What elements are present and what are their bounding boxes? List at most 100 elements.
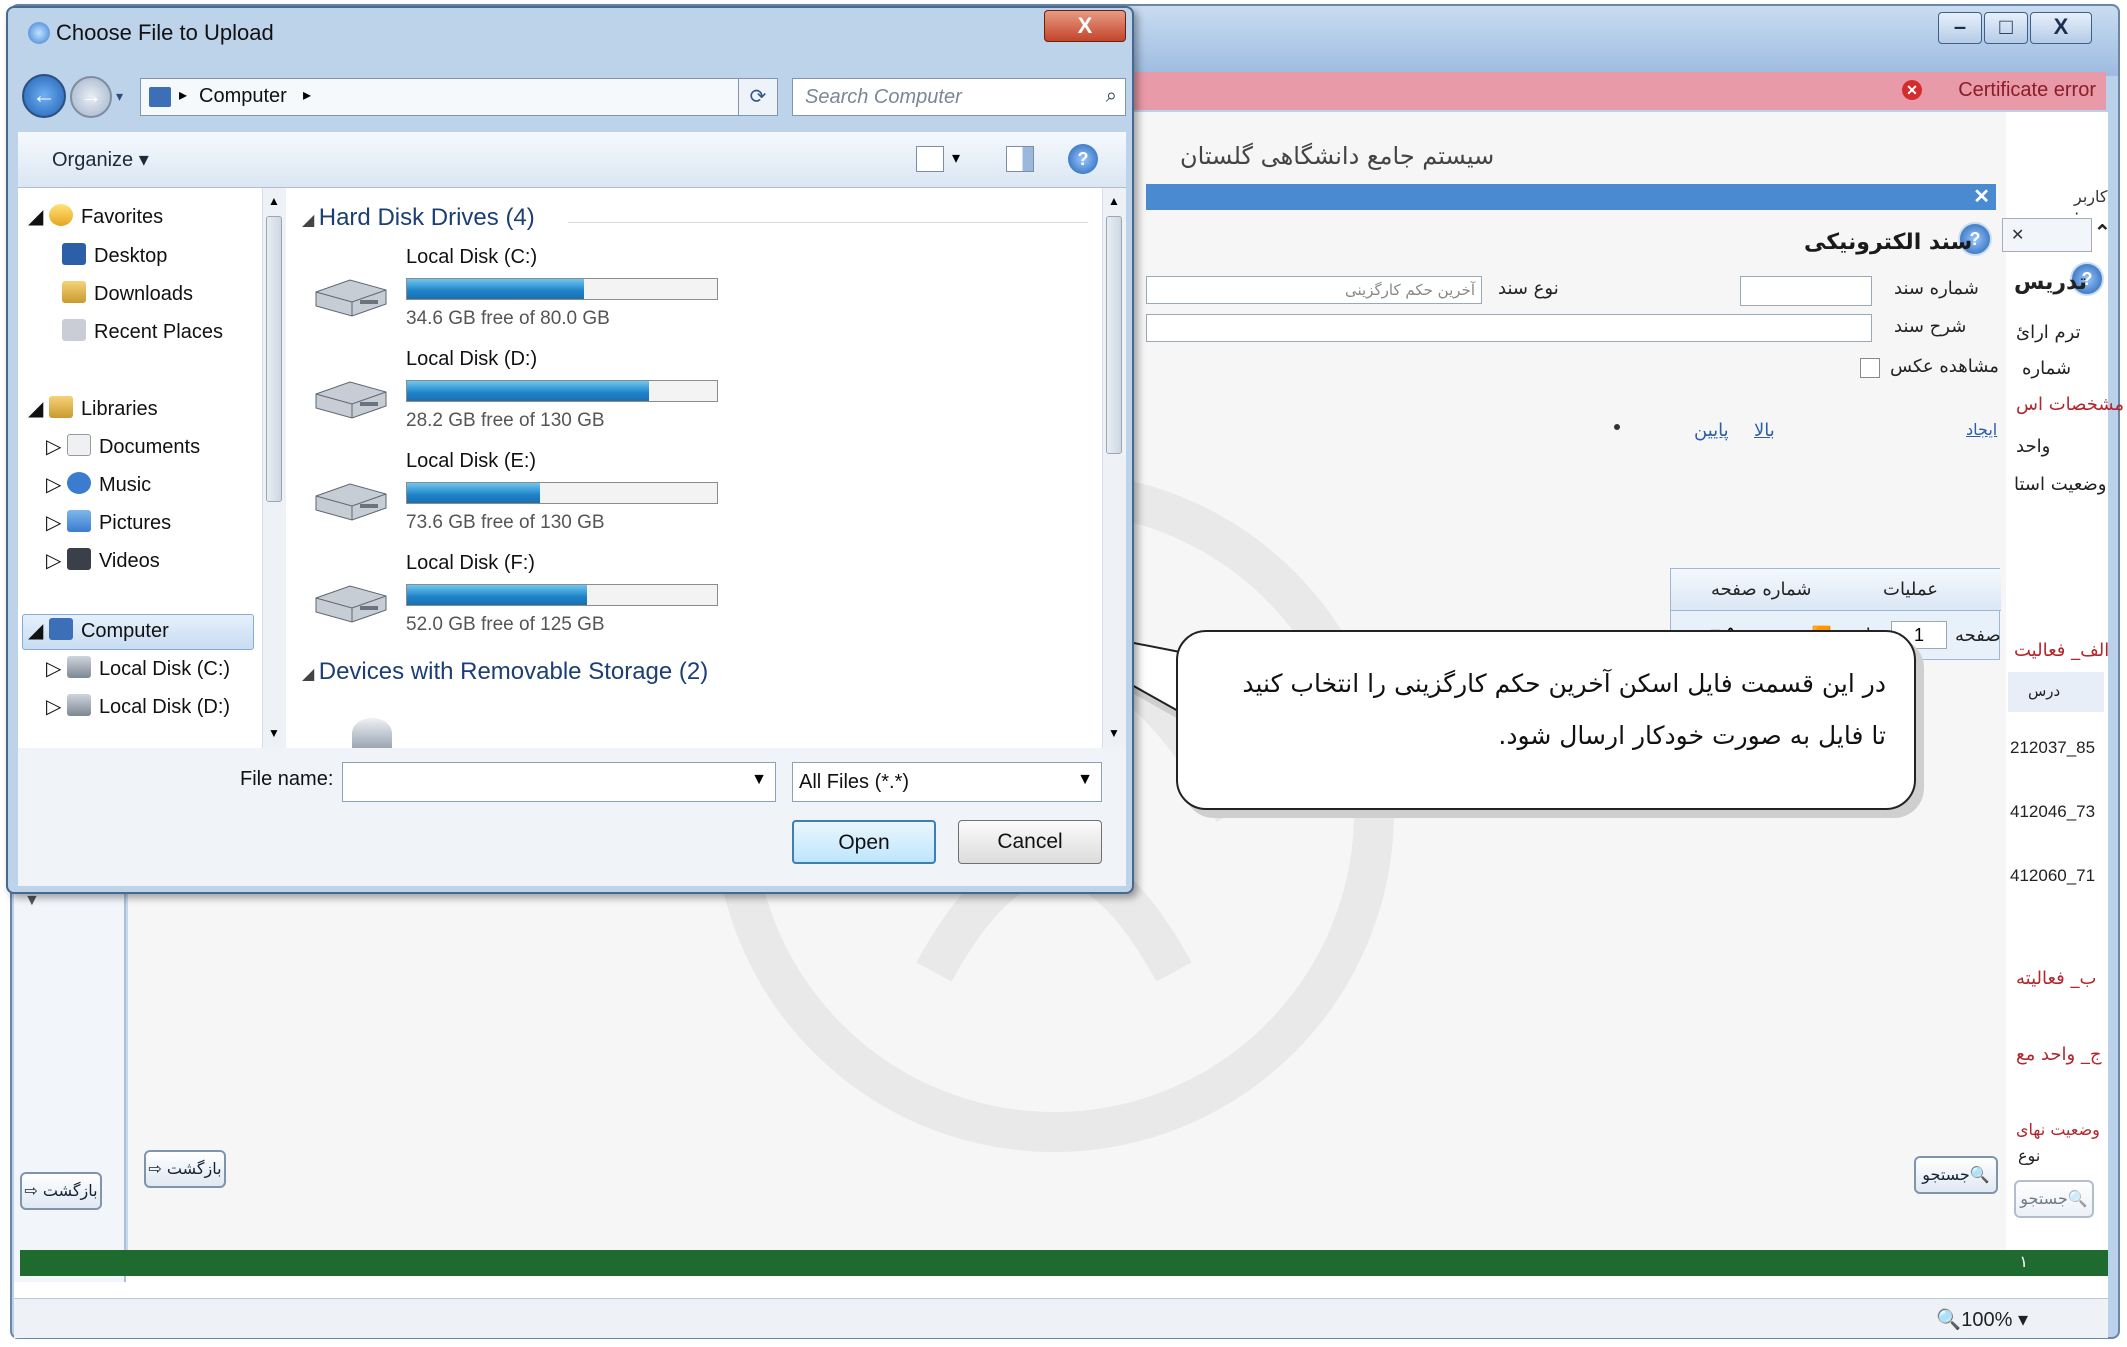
collapse-up-icon[interactable]: ⌃ (2094, 220, 2111, 245)
back-button[interactable]: بازگشت ⇨ (144, 1150, 226, 1188)
search-button-right[interactable]: 🔍جستجو (2014, 1180, 2094, 1218)
specs-label[interactable]: مشخصات اس (2016, 394, 2124, 415)
cancel-button[interactable]: Cancel (958, 820, 1102, 864)
scroll-up-icon[interactable]: ▲ (1108, 194, 1120, 208)
close-icon[interactable]: ✕ (1973, 186, 1990, 208)
file-name-input[interactable]: ▼ (342, 762, 776, 802)
certificate-error-bar[interactable]: ✕ Certificate error (1128, 72, 2106, 110)
dvd-drive-icon[interactable] (352, 718, 392, 748)
disk-item[interactable]: Local Disk (C:) 34.6 GB free of 80.0 GB (310, 246, 770, 342)
search-input[interactable]: Search Computer ⌕ (792, 78, 1126, 116)
nav-pictures[interactable]: ▷ Pictures (46, 510, 171, 544)
open-button[interactable]: Open (792, 820, 936, 864)
nav-videos[interactable]: ▷ Videos (46, 548, 160, 582)
zoom-icon: 🔍 (1936, 1309, 1962, 1331)
scroll-up-icon[interactable]: ▲ (268, 194, 280, 208)
search-button[interactable]: 🔍جستجو (1914, 1156, 1998, 1194)
create-link[interactable]: ایجاد (1966, 420, 1997, 439)
type-short-label: نوع (2018, 1146, 2041, 1165)
view-dropdown-icon[interactable]: ▾ (952, 148, 960, 168)
help-icon[interactable]: ? (1068, 144, 1098, 174)
nav-local-c[interactable]: ▷ Local Disk (C:) (46, 656, 230, 690)
organize-menu[interactable]: Organize ▾ (52, 147, 149, 172)
certificate-error-text[interactable]: Certificate error (1958, 79, 2096, 102)
chevron-right-icon[interactable]: ▸ (303, 85, 311, 105)
file-type-filter[interactable]: All Files (*.*) ▼ (792, 762, 1102, 802)
nav-libraries[interactable]: ◢ Libraries (28, 396, 158, 430)
group-removable-storage[interactable]: ◢ Devices with Removable Storage (2) (302, 658, 708, 686)
dialog-title: Choose File to Upload (56, 20, 274, 45)
tab-label[interactable]: تدریس (2014, 270, 2087, 295)
disk-item[interactable]: Local Disk (D:) 28.2 GB free of 130 GB (310, 348, 770, 444)
dialog-close-button[interactable]: X (1044, 10, 1126, 42)
nav-music-label: Music (98, 474, 152, 496)
back-button-left[interactable]: بازگشت ⇨ (20, 1172, 102, 1210)
page-label: صفحه (1955, 625, 2001, 646)
file-name-dropdown-icon[interactable]: ▼ (751, 771, 767, 789)
nav-music[interactable]: ▷ Music (46, 472, 151, 506)
zoom-level[interactable]: 🔍100% ▾ (1936, 1307, 2028, 1332)
dialog-title-bar[interactable]: Choose File to Upload (20, 12, 1020, 52)
course-row-2[interactable]: 412046_73 (2010, 802, 2095, 822)
scroll-down-arrow-icon[interactable]: ▼ (24, 892, 44, 912)
scroll-down-icon[interactable]: ▼ (268, 726, 280, 740)
section-alef[interactable]: الف_ فعالیت (2014, 640, 2109, 661)
minimize-button[interactable]: – (1938, 12, 1982, 44)
ie-icon (28, 22, 50, 44)
search-placeholder: Search Computer (805, 86, 962, 108)
nav-favorites[interactable]: ◢ Favorites (28, 204, 163, 238)
maximize-button[interactable]: □ (1984, 12, 2028, 44)
disk-item[interactable]: Local Disk (E:) 73.6 GB free of 130 GB (310, 450, 770, 546)
up-link[interactable]: بالا (1754, 420, 1775, 441)
course-header: درس (2008, 672, 2104, 712)
disk-item[interactable]: Local Disk (F:) 52.0 GB free of 125 GB (310, 552, 770, 648)
collapse-icon[interactable]: ◢ (302, 666, 319, 683)
group-hard-disk-drives[interactable]: ◢ Hard Disk Drives (4) (302, 204, 535, 232)
nav-computer[interactable]: ◢ Computer (28, 618, 169, 652)
nav-scrollbar[interactable]: ▲ ▼ (262, 188, 286, 748)
disk-name: Local Disk (E:) (406, 450, 537, 472)
main-scrollbar[interactable]: ▲ ▼ (1102, 188, 1126, 748)
back-arrow-icon[interactable]: ← (22, 74, 66, 118)
col-ops[interactable]: عملیات (1883, 579, 1938, 600)
tab-close[interactable]: ✕ (2002, 218, 2092, 252)
show-image-checkbox[interactable] (1860, 358, 1880, 378)
view-options-icon[interactable] (916, 146, 944, 172)
doc-type-field[interactable]: آخرین حکم کارگزینی (1146, 276, 1482, 304)
filter-dropdown-icon[interactable]: ▼ (1077, 771, 1093, 789)
collapse-icon[interactable]: ◢ (302, 212, 319, 229)
forward-arrow-icon[interactable]: → (70, 76, 112, 118)
refresh-icon[interactable]: ⟳ (738, 78, 778, 116)
doc-number-field[interactable] (1740, 276, 1872, 306)
scroll-down-icon[interactable]: ▼ (1108, 726, 1120, 740)
breadcrumb-computer[interactable]: Computer (199, 85, 287, 108)
close-icon[interactable]: ✕ (2011, 225, 2024, 245)
nav-downloads[interactable]: Downloads (62, 281, 193, 315)
computer-icon (149, 87, 171, 107)
preview-pane-icon[interactable] (1006, 146, 1034, 172)
section-jim[interactable]: ج_ واحد مع (2016, 1044, 2102, 1065)
disk-usage-fill (407, 483, 541, 503)
close-browser-button[interactable]: X (2030, 12, 2092, 44)
doc-desc-label: شرح سند (1894, 316, 1967, 337)
nav-documents[interactable]: ▷ Documents (46, 434, 200, 468)
number-label: شماره (2022, 358, 2072, 379)
section-final[interactable]: وضعیت نهای (2016, 1120, 2100, 1139)
doc-desc-field[interactable] (1146, 314, 1872, 342)
col-page-number[interactable]: شماره صفحه (1711, 579, 1811, 600)
course-row-3[interactable]: 412060_71 (2010, 866, 2095, 886)
disk-free-space: 52.0 GB free of 125 GB (406, 614, 605, 635)
address-bar[interactable]: ▸ Computer ▸ ▾ (140, 78, 774, 116)
disk-name: Local Disk (C:) (406, 246, 538, 268)
nav-local-d-label: Local Disk (D:) (98, 696, 231, 718)
nav-local-d[interactable]: ▷ Local Disk (D:) (46, 694, 230, 728)
nav-desktop[interactable]: Desktop (62, 243, 167, 277)
main-scroll-thumb[interactable] (1106, 216, 1122, 454)
nav-scroll-thumb[interactable] (266, 216, 282, 502)
course-row-1[interactable]: 212037_85 (2010, 738, 2095, 758)
search-icon[interactable]: ⌕ (1106, 85, 1117, 108)
section-be[interactable]: ب_ فعالیته (2016, 968, 2096, 989)
nav-recent-places[interactable]: Recent Places (62, 319, 223, 353)
down-link[interactable]: پایین (1694, 420, 1729, 441)
history-dropdown-icon[interactable]: ▾ (116, 88, 123, 105)
